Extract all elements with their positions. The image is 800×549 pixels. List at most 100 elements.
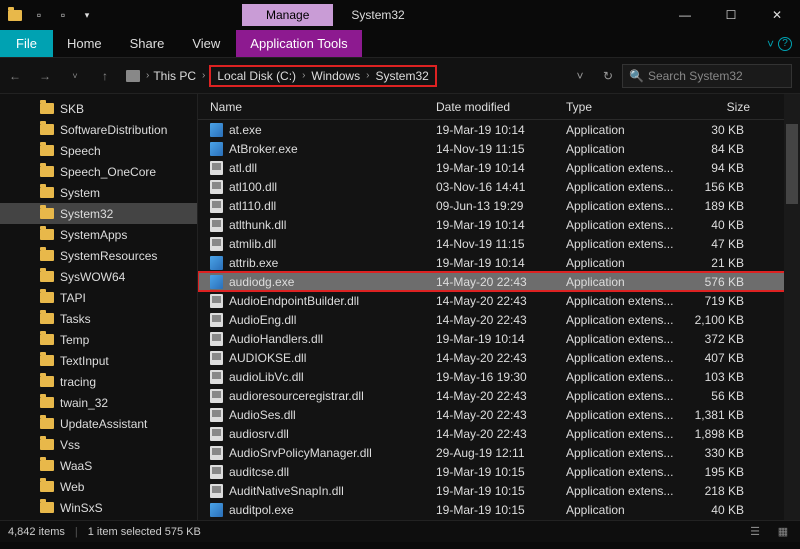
- view-tab[interactable]: View: [178, 30, 234, 57]
- tree-item[interactable]: WaaS: [0, 455, 197, 476]
- back-button[interactable]: ←: [0, 61, 30, 91]
- file-row[interactable]: AudioHandlers.dll19-Mar-19 10:14Applicat…: [198, 329, 800, 348]
- maximize-button[interactable]: ☐: [708, 0, 754, 30]
- breadcrumb-localdisk[interactable]: Local Disk (C:)›: [215, 69, 307, 83]
- file-row[interactable]: AudioEng.dll14-May-20 22:43Application e…: [198, 310, 800, 329]
- tree-item-label: SystemResources: [60, 249, 157, 263]
- file-date: 14-Nov-19 11:15: [436, 237, 566, 251]
- col-date[interactable]: Date modified: [436, 100, 566, 114]
- tree-item[interactable]: Vss: [0, 434, 197, 455]
- manage-tab[interactable]: Manage: [242, 4, 333, 26]
- file-date: 19-Mar-19 10:14: [436, 123, 566, 137]
- file-name: audiodg.exe: [229, 275, 294, 289]
- help-icon[interactable]: ?: [778, 37, 792, 51]
- tree-item[interactable]: Speech: [0, 140, 197, 161]
- tree-item[interactable]: System32: [0, 203, 197, 224]
- vertical-scrollbar[interactable]: [784, 94, 800, 520]
- file-size: 576 KB: [686, 275, 760, 289]
- tiles-view-icon[interactable]: ▦: [774, 525, 792, 539]
- file-row[interactable]: AuditNativeSnapIn.dll19-Mar-19 10:15Appl…: [198, 481, 800, 500]
- scrollbar-thumb[interactable]: [786, 124, 798, 204]
- file-row[interactable]: auditpol.exe19-Mar-19 10:15Application40…: [198, 500, 800, 519]
- file-date: 14-May-20 22:43: [436, 294, 566, 308]
- qat-icon[interactable]: ▫: [52, 4, 74, 26]
- history-dropdown-icon[interactable]: ˅: [60, 61, 90, 91]
- file-size: 195 KB: [686, 465, 760, 479]
- file-row[interactable]: AUDIOKSE.dll14-May-20 22:43Application e…: [198, 348, 800, 367]
- tree-item[interactable]: Speech_OneCore: [0, 161, 197, 182]
- file-row[interactable]: atl100.dll03-Nov-16 14:41Application ext…: [198, 177, 800, 196]
- qat-icon[interactable]: ▫: [28, 4, 50, 26]
- file-size: 189 KB: [686, 199, 760, 213]
- tree-item[interactable]: SystemResources: [0, 245, 197, 266]
- file-row[interactable]: atl.dll19-Mar-19 10:14Application extens…: [198, 158, 800, 177]
- file-row[interactable]: auditcse.dll19-Mar-19 10:15Application e…: [198, 462, 800, 481]
- tree-item[interactable]: tracing: [0, 371, 197, 392]
- tree-item[interactable]: TAPI: [0, 287, 197, 308]
- tree-item[interactable]: SKB: [0, 98, 197, 119]
- file-tab[interactable]: File: [0, 30, 53, 57]
- file-row[interactable]: attrib.exe19-Mar-19 10:14Application21 K…: [198, 253, 800, 272]
- file-name: at.exe: [229, 123, 262, 137]
- column-headers[interactable]: Name Date modified Type Size: [198, 94, 800, 120]
- breadcrumb-pc-icon[interactable]: ›: [124, 70, 151, 82]
- tree-item[interactable]: twain_32: [0, 392, 197, 413]
- file-row[interactable]: AtBroker.exe14-Nov-19 11:15Application84…: [198, 139, 800, 158]
- tree-item[interactable]: TextInput: [0, 350, 197, 371]
- tree-item[interactable]: SoftwareDistribution: [0, 119, 197, 140]
- details-view-icon[interactable]: ☰: [746, 525, 764, 539]
- folder-icon: [40, 229, 54, 240]
- minimize-button[interactable]: —: [662, 0, 708, 30]
- tree-item[interactable]: SystemApps: [0, 224, 197, 245]
- file-name: audiosrv.dll: [229, 427, 289, 441]
- file-icon: [210, 218, 223, 232]
- tree-item[interactable]: SysWOW64: [0, 266, 197, 287]
- address-dropdown-icon[interactable]: ˅: [566, 69, 594, 83]
- file-row[interactable]: AudioSrvPolicyManager.dll29-Aug-19 12:11…: [198, 443, 800, 462]
- folder-tree[interactable]: SKBSoftwareDistributionSpeech Speech_OneC…: [0, 94, 198, 520]
- forward-button[interactable]: →: [30, 61, 60, 91]
- ribbon-collapse-icon[interactable]: ˅: [767, 37, 774, 51]
- application-tools-tab[interactable]: Application Tools: [236, 30, 361, 57]
- file-row[interactable]: atmlib.dll14-Nov-19 11:15Application ext…: [198, 234, 800, 253]
- file-row[interactable]: audioresourceregistrar.dll14-May-20 22:4…: [198, 386, 800, 405]
- file-list[interactable]: at.exe19-Mar-19 10:14Application30 KBAtB…: [198, 120, 800, 519]
- file-row[interactable]: atlthunk.dll19-Mar-19 10:14Application e…: [198, 215, 800, 234]
- home-tab[interactable]: Home: [53, 30, 116, 57]
- file-row[interactable]: AudioEndpointBuilder.dll14-May-20 22:43A…: [198, 291, 800, 310]
- tree-item[interactable]: WinSxS: [0, 497, 197, 518]
- tree-item-label: Speech_OneCore: [60, 165, 156, 179]
- file-name: auditpol.exe: [229, 503, 294, 517]
- search-input[interactable]: 🔍 Search System32: [622, 64, 792, 88]
- folder-icon: [40, 166, 54, 177]
- up-button[interactable]: ↑: [90, 61, 120, 91]
- tree-item[interactable]: UpdateAssistant: [0, 413, 197, 434]
- breadcrumb-windows[interactable]: Windows›: [309, 69, 371, 83]
- file-size: 47 KB: [686, 237, 760, 251]
- file-size: 330 KB: [686, 446, 760, 460]
- file-size: 21 KB: [686, 256, 760, 270]
- file-row[interactable]: AudioSes.dll14-May-20 22:43Application e…: [198, 405, 800, 424]
- file-row[interactable]: audiosrv.dll14-May-20 22:43Application e…: [198, 424, 800, 443]
- file-size: 40 KB: [686, 218, 760, 232]
- file-type: Application extens...: [566, 237, 686, 251]
- file-row[interactable]: at.exe19-Mar-19 10:14Application30 KB: [198, 120, 800, 139]
- col-type[interactable]: Type: [566, 100, 686, 114]
- close-button[interactable]: ✕: [754, 0, 800, 30]
- share-tab[interactable]: Share: [116, 30, 179, 57]
- breadcrumb-thispc[interactable]: This PC›: [151, 69, 207, 83]
- tree-item[interactable]: Tasks: [0, 308, 197, 329]
- col-size[interactable]: Size: [686, 100, 760, 114]
- tree-item[interactable]: System: [0, 182, 197, 203]
- file-type: Application extens...: [566, 484, 686, 498]
- file-row[interactable]: atl110.dll09-Jun-13 19:29Application ext…: [198, 196, 800, 215]
- file-row[interactable]: audioLibVc.dll19-May-16 19:30Application…: [198, 367, 800, 386]
- breadcrumb-system32[interactable]: System32: [373, 69, 430, 83]
- qat-dropdown-icon[interactable]: ▾: [76, 4, 98, 26]
- refresh-icon[interactable]: ↻: [594, 69, 622, 83]
- file-name: AudioEndpointBuilder.dll: [229, 294, 359, 308]
- tree-item[interactable]: Web: [0, 476, 197, 497]
- col-name[interactable]: Name: [198, 100, 436, 114]
- tree-item[interactable]: Temp: [0, 329, 197, 350]
- file-row[interactable]: audiodg.exe14-May-20 22:43Application576…: [198, 272, 800, 291]
